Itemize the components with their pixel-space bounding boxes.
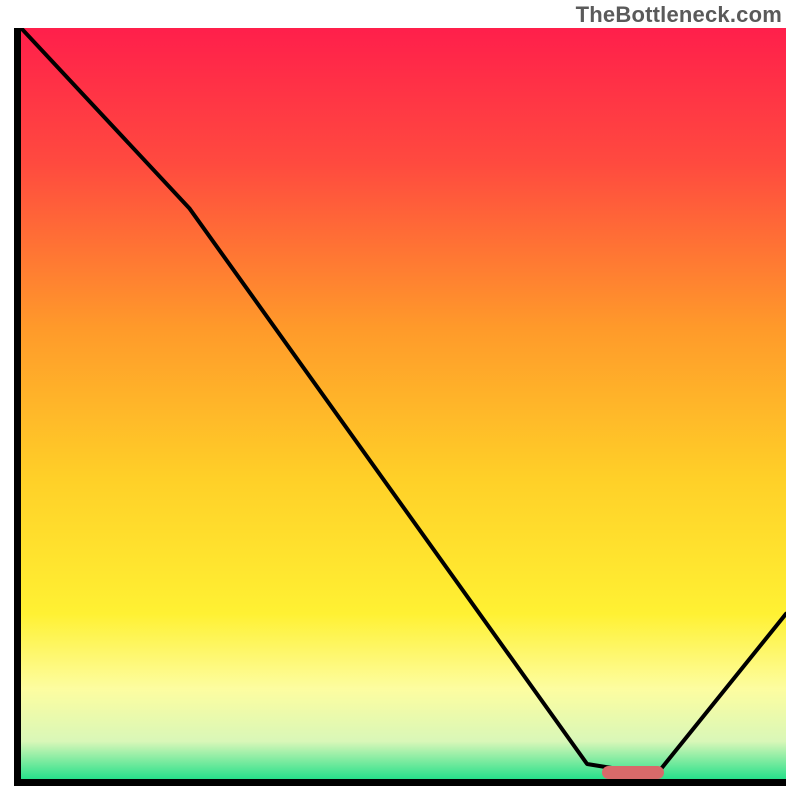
- optimal-marker: [602, 766, 664, 779]
- chart-curve: [21, 28, 786, 779]
- chart-axes-frame: [14, 28, 786, 786]
- chart-plot-area: [21, 28, 786, 779]
- watermark-text: TheBottleneck.com: [576, 2, 782, 28]
